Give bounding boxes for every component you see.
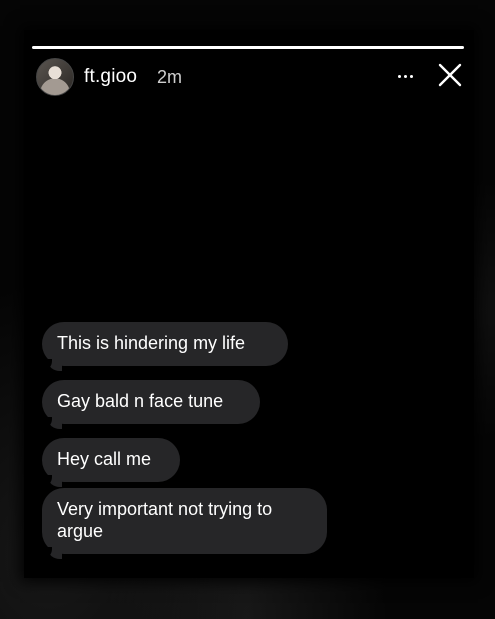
more-dot [403, 74, 407, 78]
message-text: Hey call me [57, 449, 152, 469]
message-bubble: Hey call me [40, 438, 180, 487]
bubble-tail [40, 475, 62, 487]
message-bubble: This is hindering my life [40, 322, 288, 371]
story-header: ft.gioo 2m [36, 58, 462, 98]
close-button[interactable] [436, 61, 464, 89]
message-bubble: Very important not trying to argue [40, 488, 327, 559]
username[interactable]: ft.gioo [84, 66, 137, 88]
story-viewer: ft.gioo 2m This is hindering my life Gay… [24, 30, 474, 578]
close-icon [438, 63, 462, 87]
avatar[interactable] [36, 58, 74, 96]
more-dot [409, 74, 413, 78]
message-text: Gay bald n face tune [57, 391, 224, 411]
message-text: This is hindering my life [57, 333, 246, 353]
bubble-tail [40, 547, 62, 559]
story-progress-bar [32, 46, 464, 49]
more-horizontal-icon [397, 74, 401, 78]
more-options-button[interactable] [392, 64, 418, 88]
message-text: Very important not trying to argue [57, 499, 273, 541]
story-timestamp: 2m [157, 67, 183, 87]
message-bubble: Gay bald n face tune [40, 380, 260, 429]
bubble-tail [40, 359, 62, 371]
bubble-tail [40, 417, 62, 429]
